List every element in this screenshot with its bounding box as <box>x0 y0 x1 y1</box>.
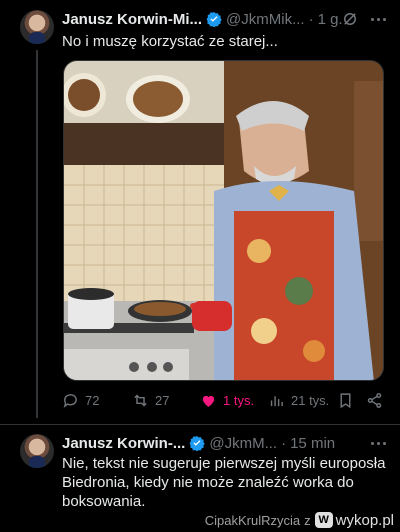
views-count: 21 tys. <box>291 393 330 408</box>
tweet-header: Janusz Korwin-Mi... @JkmMik... · 1 g. <box>62 10 343 28</box>
photo-kitchen-scene <box>64 61 383 380</box>
share-button[interactable] <box>366 392 383 409</box>
author-handle[interactable]: @JkmM... <box>209 435 277 452</box>
retweet-icon <box>134 394 147 407</box>
reply-button[interactable]: 72 <box>62 392 99 409</box>
heart-icon <box>202 395 215 407</box>
reply-count: 72 <box>85 393 100 408</box>
wykop-logo[interactable]: W wykop.pl <box>314 511 394 529</box>
views-button[interactable]: 21 tys. <box>268 392 329 409</box>
timestamp[interactable]: 1 g. <box>318 11 343 28</box>
retweet-count: 27 <box>155 393 170 408</box>
tweet-reply[interactable]: Janusz Korwin-... @JkmM... · 15 min Nie,… <box>0 424 400 510</box>
like-count: 1 tys. <box>223 393 255 408</box>
tweet-photo[interactable] <box>63 60 384 381</box>
author-name[interactable]: Janusz Korwin-... <box>62 435 185 452</box>
avatar[interactable] <box>20 10 54 44</box>
footer-connector: z <box>304 512 311 528</box>
separator: · <box>308 10 314 28</box>
footer-username[interactable]: CipakKrulRzycia <box>205 513 300 528</box>
reply-icon <box>63 394 77 408</box>
tweet-actions: 72 27 1 tys. 21 tys. <box>62 392 388 412</box>
source-footer: CipakKrulRzycia z W wykop.pl <box>0 508 400 532</box>
more-icon[interactable] <box>370 435 386 451</box>
tweet-original[interactable]: Janusz Korwin-Mi... @JkmMik... · 1 g. No… <box>0 0 400 424</box>
verified-icon <box>206 12 222 27</box>
avatar[interactable] <box>20 434 54 468</box>
retweet-button[interactable]: 27 <box>132 392 169 409</box>
tweet-text: No i muszę korzystać ze starej... <box>62 33 278 50</box>
bookmark-icon <box>340 393 351 409</box>
timestamp[interactable]: 15 min <box>290 435 335 452</box>
wykop-site: wykop.pl <box>335 511 394 529</box>
share-icon <box>367 393 382 408</box>
wykop-badge-icon: W <box>314 512 333 528</box>
verified-icon <box>189 436 206 451</box>
separator: · <box>281 434 287 452</box>
like-button[interactable]: 1 tys. <box>200 392 254 409</box>
grok-icon[interactable] <box>341 10 359 28</box>
bookmark-button[interactable] <box>337 392 354 409</box>
tweet-text: Nie, tekst nie sugeruje pierwszej myśli … <box>62 455 386 510</box>
thread-line <box>36 50 38 418</box>
tweet-header: Janusz Korwin-... @JkmM... · 15 min <box>62 434 335 452</box>
views-icon <box>270 396 283 407</box>
more-icon[interactable] <box>370 11 386 27</box>
author-name[interactable]: Janusz Korwin-Mi... <box>62 11 202 28</box>
author-handle[interactable]: @JkmMik... <box>226 11 305 28</box>
